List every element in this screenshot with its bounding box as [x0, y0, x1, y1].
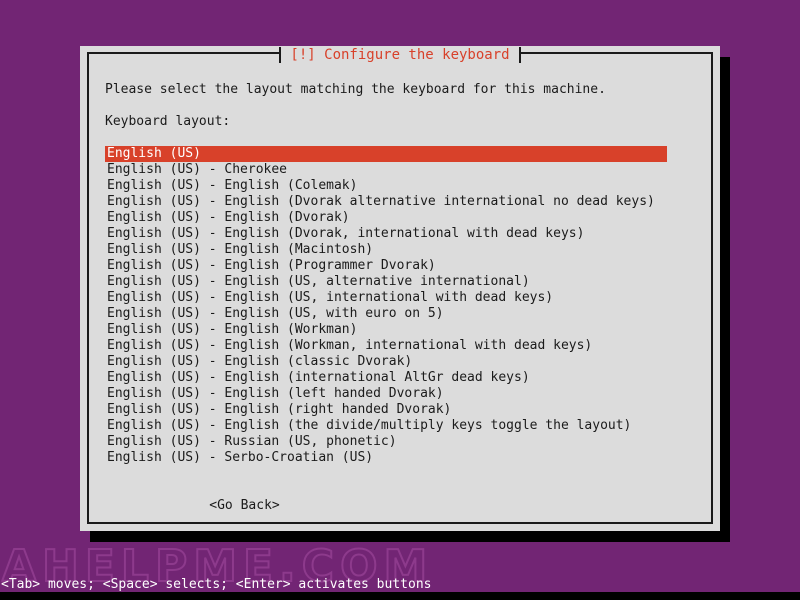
go-back-row: <Go Back> — [105, 482, 711, 513]
list-item[interactable]: English (US) - English (Dvorak) — [105, 210, 667, 226]
dialog-body: Please select the layout matching the ke… — [89, 54, 711, 522]
list-item[interactable]: English (US) - English (the divide/multi… — [105, 418, 667, 434]
list-item[interactable]: English (US) - Cherokee — [105, 162, 667, 178]
keyboard-layout-label: Keyboard layout: — [105, 114, 231, 129]
list-item[interactable]: English (US) - English (Macintosh) — [105, 242, 667, 258]
list-item[interactable]: English (US) - English (US, with euro on… — [105, 306, 667, 322]
installer-screen: AHELPME.COM [!] Configure the keyboard P… — [0, 0, 800, 600]
list-item[interactable]: English (US) - English (Workman, interna… — [105, 338, 667, 354]
list-item[interactable]: English (US) - English (US, alternative … — [105, 274, 667, 290]
list-item[interactable]: English (US) - English (right handed Dvo… — [105, 402, 667, 418]
list-item[interactable]: English (US) - English (Dvorak alternati… — [105, 194, 667, 210]
list-item[interactable]: English (US) - English (Workman) — [105, 322, 667, 338]
status-bar: <Tab> moves; <Space> selects; <Enter> ac… — [1, 577, 432, 592]
list-item[interactable]: English (US) - Serbo-Croatian (US) — [105, 450, 667, 466]
list-item[interactable]: English (US) - English (Colemak) — [105, 178, 667, 194]
list-item[interactable]: English (US) - English (Programmer Dvora… — [105, 258, 667, 274]
keyboard-layout-list[interactable]: English (US) English (US) - Cherokee Engli… — [105, 146, 711, 466]
bottom-black-strip — [0, 592, 800, 600]
go-back-button[interactable]: <Go Back> — [209, 498, 279, 514]
list-item[interactable]: English (US) - English (left handed Dvor… — [105, 386, 667, 402]
configure-keyboard-dialog: [!] Configure the keyboard Please select… — [80, 46, 720, 531]
list-item[interactable]: English (US) - English (US, internationa… — [105, 290, 667, 306]
list-item[interactable]: English (US) - English (classic Dvorak) — [105, 354, 667, 370]
prompt-text: Please select the layout matching the ke… — [105, 82, 606, 97]
list-item[interactable]: English (US) - Russian (US, phonetic) — [105, 434, 667, 450]
list-item[interactable]: English (US) - English (international Al… — [105, 370, 667, 386]
dialog-frame: [!] Configure the keyboard Please select… — [87, 47, 713, 524]
list-item[interactable]: English (US) - English (Dvorak, internat… — [105, 226, 667, 242]
list-item[interactable]: English (US) — [105, 146, 667, 162]
